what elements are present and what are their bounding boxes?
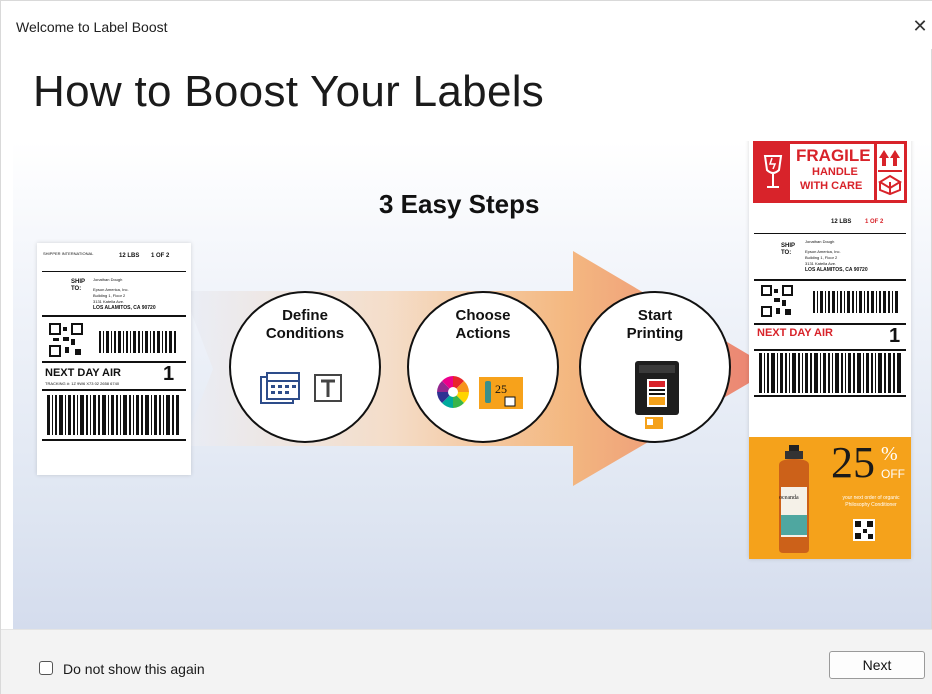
label-address2: 3131 Katella Ave. [93, 299, 125, 304]
welcome-dialog: Welcome to Label Boost ✕ How to Boost Yo… [0, 0, 932, 694]
right-tracking-barcode-icon [759, 353, 901, 393]
promo-off: OFF [881, 467, 905, 481]
color-wheel-and-coupon-icon: 25 [437, 376, 523, 409]
step-2-line1: Choose [455, 307, 511, 324]
page-title: How to Boost Your Labels [33, 67, 545, 116]
right-postal-barcode-icon [813, 291, 898, 313]
fragile-banner: FRAGILE HANDLE WITH CARE [753, 141, 907, 203]
right-label-name: Jonathan Dough [805, 239, 835, 244]
right-qr-code-icon [761, 285, 793, 317]
handle-text: HANDLE [812, 166, 858, 178]
label-tracking: TRACKING #: 1Z 9W6 X73 02 2658 6740 [45, 381, 120, 386]
step-3-line2: Printing [626, 325, 684, 342]
step-1-line1: Define [282, 307, 328, 324]
promo-qr-code-icon [853, 519, 875, 541]
close-button[interactable]: ✕ [909, 15, 931, 37]
promo-product: oceanda [779, 495, 799, 501]
label-ship-to: SHIP TO: [71, 279, 85, 292]
plain-shipping-label: SHIPPER INTERNATIONAL 12 LBS 1 OF 2 SHIP… [37, 243, 191, 475]
promo-percent-symbol: % [881, 443, 898, 465]
promo-coupon: oceanda 25 % OFF your next order of orga… [749, 437, 911, 559]
step-1-line2: Conditions [265, 325, 345, 342]
fragile-text: FRAGILE [796, 146, 871, 165]
this-side-up-icon [878, 150, 902, 196]
label-shipper: SHIPPER INTERNATIONAL [43, 251, 94, 256]
label-count: 1 OF 2 [151, 253, 170, 259]
right-label-weight: 12 LBS [831, 219, 852, 225]
label-city: LOS ALAMITOS, CA 90720 [93, 305, 156, 311]
boosted-shipping-label: FRAGILE HANDLE WITH CARE 12 LBS 1 OF 2 S… [749, 141, 911, 559]
right-label-service-number: 1 [889, 325, 901, 347]
step-2-line2: Actions [455, 325, 511, 342]
qr-code-icon [49, 323, 83, 357]
right-label-company: Epson America, Inc. [805, 249, 841, 254]
step-3-line1: Start [637, 307, 673, 324]
right-label-count: 1 OF 2 [865, 219, 884, 225]
right-label-address2: 3131 Katella Ave. [805, 261, 837, 266]
label-service: NEXT DAY AIR [45, 367, 122, 379]
svg-text:25: 25 [495, 382, 507, 396]
label-address1: Building 1, Floor 2 [93, 293, 126, 298]
label-company: Epson America, Inc. [93, 287, 129, 292]
label-name: Jonathan Dough [93, 277, 123, 282]
right-label-ship-to: SHIP TO: [781, 243, 795, 256]
postal-barcode-icon [99, 331, 176, 353]
do-not-show-checkbox[interactable] [39, 661, 53, 675]
title-bar: Welcome to Label Boost ✕ [1, 1, 932, 49]
right-label-address1: Building 1, Floor 2 [805, 255, 838, 260]
steps-title: 3 Easy Steps [379, 189, 540, 219]
calendar-and-text-icon [260, 372, 342, 404]
next-button[interactable]: Next [829, 651, 925, 679]
do-not-show-label[interactable]: Do not show this again [63, 661, 205, 677]
printer-icon [635, 361, 679, 429]
promo-text: your next order of organic Philosophy Co… [842, 495, 900, 508]
window-title: Welcome to Label Boost [16, 19, 168, 35]
promo-percent: 25 [831, 438, 875, 487]
label-weight: 12 LBS [119, 253, 140, 259]
right-label-city: LOS ALAMITOS, CA 90720 [805, 267, 868, 273]
broken-glass-icon [763, 155, 783, 188]
with-care-text: WITH CARE [800, 180, 863, 192]
label-service-number: 1 [163, 363, 175, 385]
tracking-barcode-icon [47, 395, 179, 435]
step-start-printing: Start Printing [579, 291, 731, 443]
step-choose-actions: Choose Actions 25 [407, 291, 559, 443]
step-define-conditions: Define Conditions [229, 291, 381, 443]
right-label-service: NEXT DAY AIR [757, 327, 834, 339]
